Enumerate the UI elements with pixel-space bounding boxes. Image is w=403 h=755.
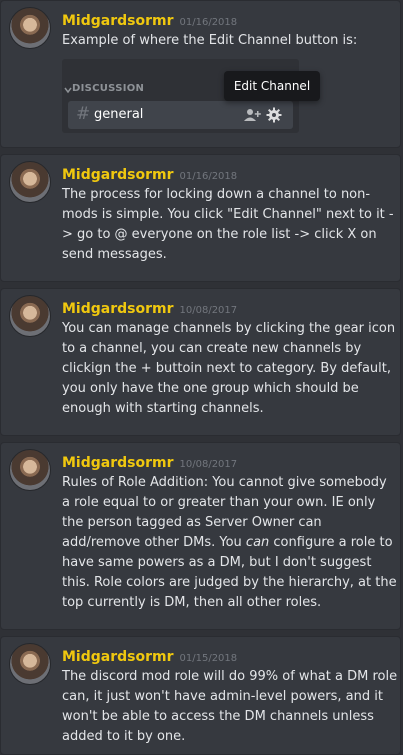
author-name[interactable]: Midgardsormr [62,13,174,29]
message-card: Midgardsormr 01/15/2018 The discord mod r… [0,636,401,755]
message-text: Rules of Role Addition: You cannot give … [62,473,398,613]
message-header: Midgardsormr 01/15/2018 [62,646,237,665]
avatar[interactable] [9,449,51,491]
gear-icon[interactable] [266,107,282,123]
message-text-emphasis: can [245,535,270,550]
avatar[interactable] [9,7,51,49]
avatar[interactable] [9,295,51,337]
message-text: The discord mod role will do 99% of what… [62,669,398,744]
message-header: Midgardsormr 10/08/2017 [62,452,237,471]
message-card: Midgardsormr 10/08/2017 Rules of Role Add… [0,442,401,630]
author-name[interactable]: Midgardsormr [62,301,174,317]
timestamp: 01/15/2018 [179,653,238,664]
message-header: Midgardsormr 10/08/2017 [62,298,237,317]
avatar[interactable] [9,161,51,203]
author-name[interactable]: Midgardsormr [62,649,174,665]
author-name[interactable]: Midgardsormr [62,455,174,471]
author-name[interactable]: Midgardsormr [62,167,174,183]
message-header: Midgardsormr 01/16/2018 [62,164,237,183]
message-header: Midgardsormr 01/16/2018 [62,10,237,29]
avatar[interactable] [9,643,51,685]
channel-item-general[interactable]: # general [68,101,293,129]
add-user-icon[interactable] [244,107,262,123]
category-label: DISCUSSION [72,83,145,94]
message-text: The process for locking down a channel t… [62,187,394,262]
chevron-down-icon [64,87,72,94]
timestamp: 10/08/2017 [179,459,238,470]
message-text: You can manage channels by clicking the … [62,321,396,416]
edit-channel-tooltip: Edit Channel [224,71,320,101]
message-card: Midgardsormr 01/16/2018 The process for l… [0,154,401,282]
hash-icon: # [76,104,91,124]
timestamp: 01/16/2018 [179,171,238,182]
message-card: Midgardsormr 10/08/2017 You can manage ch… [0,288,401,436]
message-text: Example of where the Edit Channel button… [62,33,358,48]
message-card: Midgardsormr 01/16/2018 Example of where … [0,0,401,148]
channel-name: general [94,107,144,122]
timestamp: 01/16/2018 [179,17,238,28]
timestamp: 10/08/2017 [179,305,238,316]
